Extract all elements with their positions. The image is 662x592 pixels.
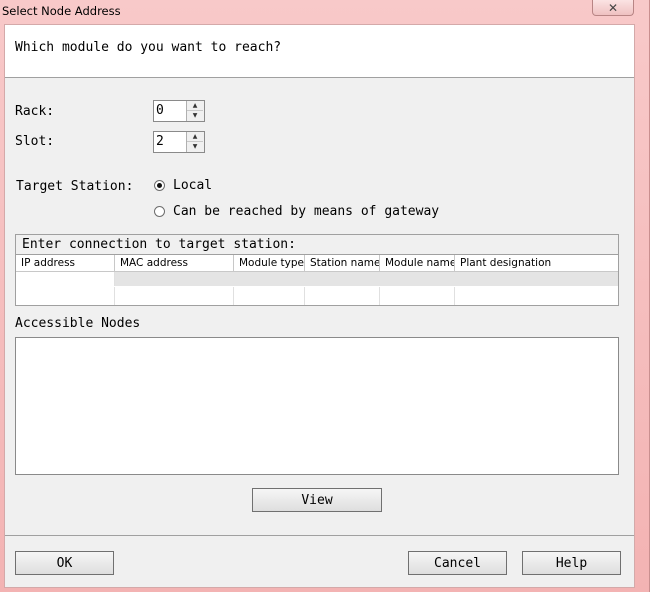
rack-spinner-arrows: ▲ ▼ [186, 101, 204, 121]
column-station-name[interactable]: Station name [305, 255, 380, 271]
grid-cell[interactable] [16, 272, 115, 286]
slot-label: Slot: [15, 134, 55, 149]
radio-local[interactable]: Local [154, 178, 212, 193]
rack-value[interactable]: 0 [156, 103, 164, 118]
view-button[interactable]: View [252, 488, 382, 512]
rack-up-arrow-icon[interactable]: ▲ [187, 101, 203, 111]
footer-separator [5, 535, 634, 536]
accessible-nodes-label: Accessible Nodes [15, 316, 141, 331]
accessible-nodes-list[interactable] [15, 337, 619, 475]
radio-local-icon[interactable] [154, 180, 165, 191]
radio-local-label: Local [173, 178, 213, 193]
slot-spinner[interactable]: 2 ▲ ▼ [153, 131, 205, 153]
grid-cell[interactable] [455, 287, 618, 305]
target-station-label: Target Station: [16, 179, 134, 194]
connection-grid: Enter connection to target station: IP a… [15, 234, 619, 306]
table-row[interactable] [16, 287, 618, 305]
grid-cell[interactable] [115, 287, 234, 305]
slot-value[interactable]: 2 [156, 134, 164, 149]
help-button-label: Help [555, 555, 588, 571]
question-text: Which module do you want to reach? [15, 40, 282, 55]
rack-label: Rack: [15, 104, 55, 119]
title-bar[interactable]: Select Node Address ✕ [0, 0, 650, 24]
rack-spinner[interactable]: 0 ▲ ▼ [153, 100, 205, 122]
connection-grid-title: Enter connection to target station: [16, 235, 618, 255]
grid-cell[interactable] [380, 287, 455, 305]
connection-title-text: Enter connection to target station: [22, 237, 296, 252]
cancel-button-label: Cancel [434, 555, 481, 571]
grid-cell[interactable] [16, 287, 115, 305]
column-ip-address[interactable]: IP address [16, 255, 115, 271]
header-panel: Which module do you want to reach? [5, 25, 634, 78]
close-button[interactable]: ✕ [592, 0, 634, 16]
help-button[interactable]: Help [522, 551, 621, 575]
table-row[interactable] [16, 272, 618, 286]
ok-button[interactable]: OK [15, 551, 114, 575]
radio-gateway-label: Can be reached by means of gateway [173, 204, 440, 219]
slot-spinner-arrows: ▲ ▼ [186, 132, 204, 152]
cancel-button[interactable]: Cancel [408, 551, 507, 575]
slot-down-arrow-icon[interactable]: ▼ [187, 142, 203, 151]
window-title: Select Node Address [2, 4, 121, 18]
background-strip [650, 0, 662, 592]
grid-cell[interactable] [305, 287, 380, 305]
radio-gateway-icon[interactable] [154, 206, 165, 217]
dialog-window: Select Node Address ✕ Which module do yo… [0, 0, 650, 592]
dialog-client-area: Which module do you want to reach? Rack:… [4, 24, 635, 588]
column-mac-address[interactable]: MAC address [115, 255, 234, 271]
column-module-type[interactable]: Module type [234, 255, 305, 271]
close-icon: ✕ [607, 0, 619, 15]
view-button-label: View [301, 492, 333, 508]
grid-cell-disabled [115, 272, 618, 286]
column-module-name[interactable]: Module name [380, 255, 455, 271]
grid-cell[interactable] [234, 287, 305, 305]
slot-up-arrow-icon[interactable]: ▲ [187, 132, 203, 142]
column-plant-designation[interactable]: Plant designation [455, 255, 618, 271]
grid-header: IP address MAC address Module type Stati… [16, 255, 618, 272]
ok-button-label: OK [56, 555, 73, 571]
rack-down-arrow-icon[interactable]: ▼ [187, 111, 203, 120]
radio-gateway[interactable]: Can be reached by means of gateway [154, 204, 439, 219]
